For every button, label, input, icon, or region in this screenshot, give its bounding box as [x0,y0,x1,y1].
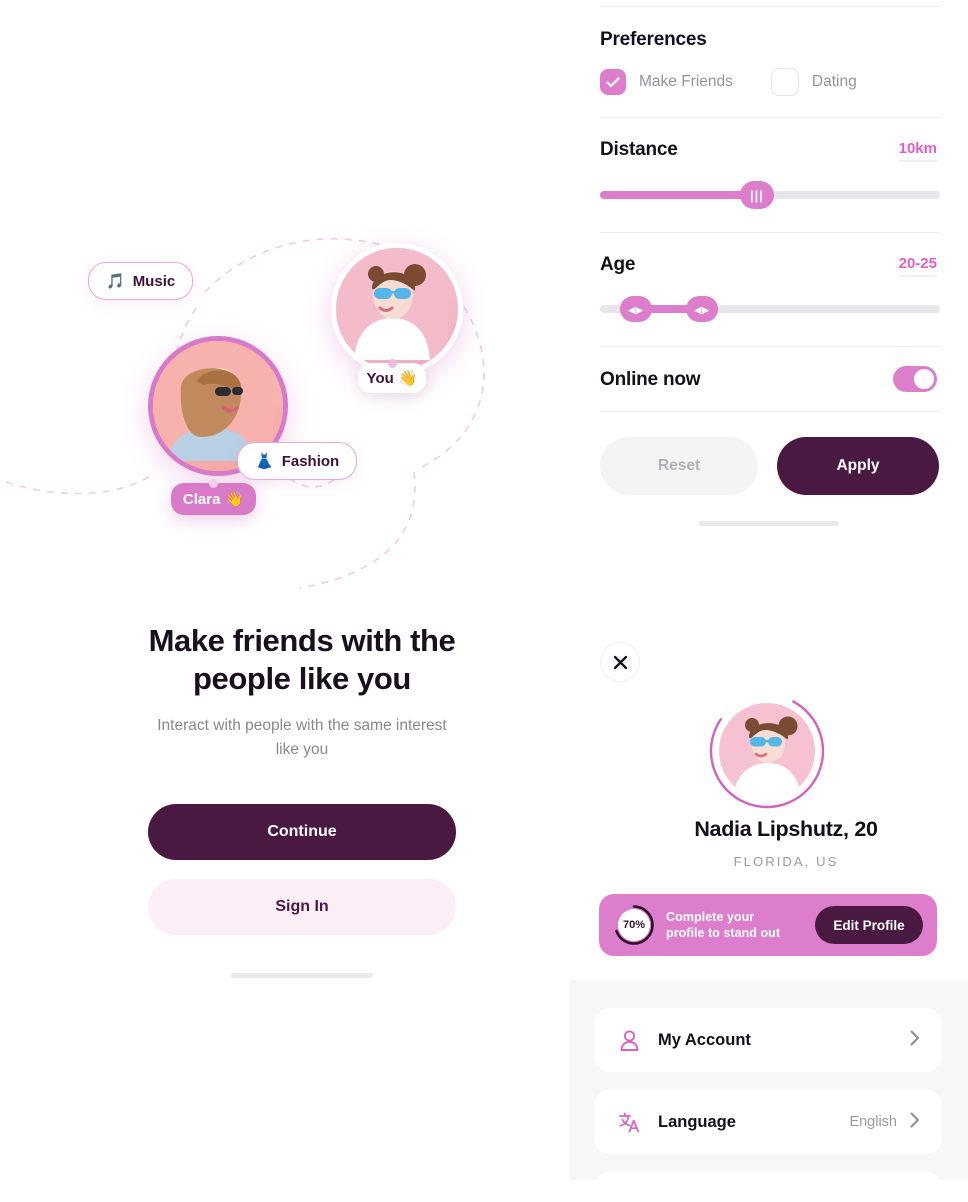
avatar-you-photo [336,248,458,370]
chevron-right-icon [910,1112,920,1133]
reset-button[interactable]: Reset [600,437,758,495]
avatar-you-illustration [336,248,448,360]
online-now-toggle[interactable] [893,366,937,392]
completion-percent: 70% [622,919,646,931]
menu-item-my-account-label: My Account [658,1030,751,1049]
continue-button[interactable]: Continue [148,804,456,860]
page-title: Make friends with the people like you [148,623,456,696]
avatar-clara-badge: Clara 👋 [171,479,256,515]
distance-value: 10km [898,140,937,162]
age-title: Age [600,254,636,275]
menu-item-language-label: Language [658,1112,736,1131]
translate-icon [616,1112,642,1133]
close-button[interactable] [600,642,640,682]
onboarding-panel: You 👋 Clara 👋 🎵 Music 👗 Fashion Make fri… [0,0,604,1180]
home-indicator-filters [699,521,839,526]
profile-location: FLORIDA, US [733,854,839,869]
age-slider-track[interactable]: ◂▸ ◂▸ [600,296,940,322]
edit-profile-button[interactable]: Edit Profile [815,906,923,944]
badge-dot-you [387,359,397,368]
profile-name: Nadia Lipshutz, 20 [694,817,878,841]
completion-message-line1: Complete your [666,909,755,924]
checkbox-make-friends-label: Make Friends [639,73,733,90]
sign-in-button[interactable]: Sign In [148,879,456,935]
wave-emoji-you: 👋 [398,370,418,387]
divider-top [600,6,940,7]
check-icon [606,76,620,87]
online-now-title: Online now [600,369,701,390]
menu-item-my-account[interactable]: My Account [594,1008,942,1072]
divider-after-online [600,411,940,412]
handle-arrows-icon-max: ◂▸ [694,301,710,317]
filters-and-profile-panel: Preferences Make Friends Dating Distance… [570,0,968,1202]
badge-dot-clara [209,479,218,488]
menu-item-language-value: English [849,1114,897,1130]
avatar-you [331,243,463,375]
settings-menu: My Account Language English [570,980,968,1202]
preferences-options: Make Friends Dating [600,68,857,96]
page-subtitle: Interact with people with the same inter… [157,716,447,759]
dress-icon: 👗 [255,452,274,470]
divider-after-age [600,346,940,347]
close-icon [613,655,627,669]
person-icon [616,1029,642,1051]
handle-grip-icon: ||| [750,187,764,203]
toggle-knob [914,369,934,389]
avatar-you-name: You [366,369,394,387]
dashed-connection-paths [5,238,485,589]
wave-emoji-clara: 👋 [225,491,245,508]
onboarding-copy: Make friends with the people like you In… [0,622,604,763]
age-value: 20-25 [898,255,937,277]
age-slider-handle-min[interactable]: ◂▸ [620,296,652,322]
profile-avatar [719,703,815,799]
interest-chip-fashion-label: Fashion [281,452,340,470]
age-slider-handle-max[interactable]: ◂▸ [686,296,718,322]
menu-item-language[interactable]: Language English [594,1090,942,1154]
app-screen: You 👋 Clara 👋 🎵 Music 👗 Fashion Make fri… [0,0,968,1202]
completion-message-line2: profile to stand out [666,926,781,940]
interest-chip-music[interactable]: 🎵 Music [88,262,194,300]
divider-after-preferences [600,117,940,118]
checkbox-dating[interactable] [770,68,799,96]
menu-item-next-partial[interactable] [594,1172,942,1202]
distance-slider-fill [600,191,750,199]
checkbox-make-friends[interactable] [600,69,626,95]
avatar-clara-name: Clara [182,490,221,508]
music-note-icon: 🎵 [106,272,125,290]
distance-slider-handle[interactable]: ||| [740,181,774,209]
apply-button[interactable]: Apply [777,437,939,495]
interest-chip-music-label: Music [132,272,176,290]
preferences-title: Preferences [600,29,707,50]
checkbox-dating-label: Dating [811,73,857,90]
completion-ring: 70% [613,904,655,946]
chevron-right-icon [910,1030,920,1051]
profile-avatar-wrap [709,693,825,809]
divider-after-distance [600,232,940,233]
profile-avatar-illustration [719,703,815,799]
distance-title: Distance [600,139,678,160]
completion-message: Complete your profile to stand out [666,909,815,941]
profile-sheet: Nadia Lipshutz, 20 FLORIDA, US 70% Compl… [570,612,968,1202]
home-indicator-left [231,973,373,978]
interest-chip-fashion[interactable]: 👗 Fashion [237,442,358,480]
avatar-you-badge: You 👋 [358,359,426,393]
distance-slider-track[interactable]: ||| [600,181,940,209]
profile-completion-banner: 70% Complete your profile to stand out E… [599,894,937,956]
handle-arrows-icon-min: ◂▸ [628,301,644,317]
friends-illustration: You 👋 Clara 👋 🎵 Music 👗 Fashion [0,200,604,620]
